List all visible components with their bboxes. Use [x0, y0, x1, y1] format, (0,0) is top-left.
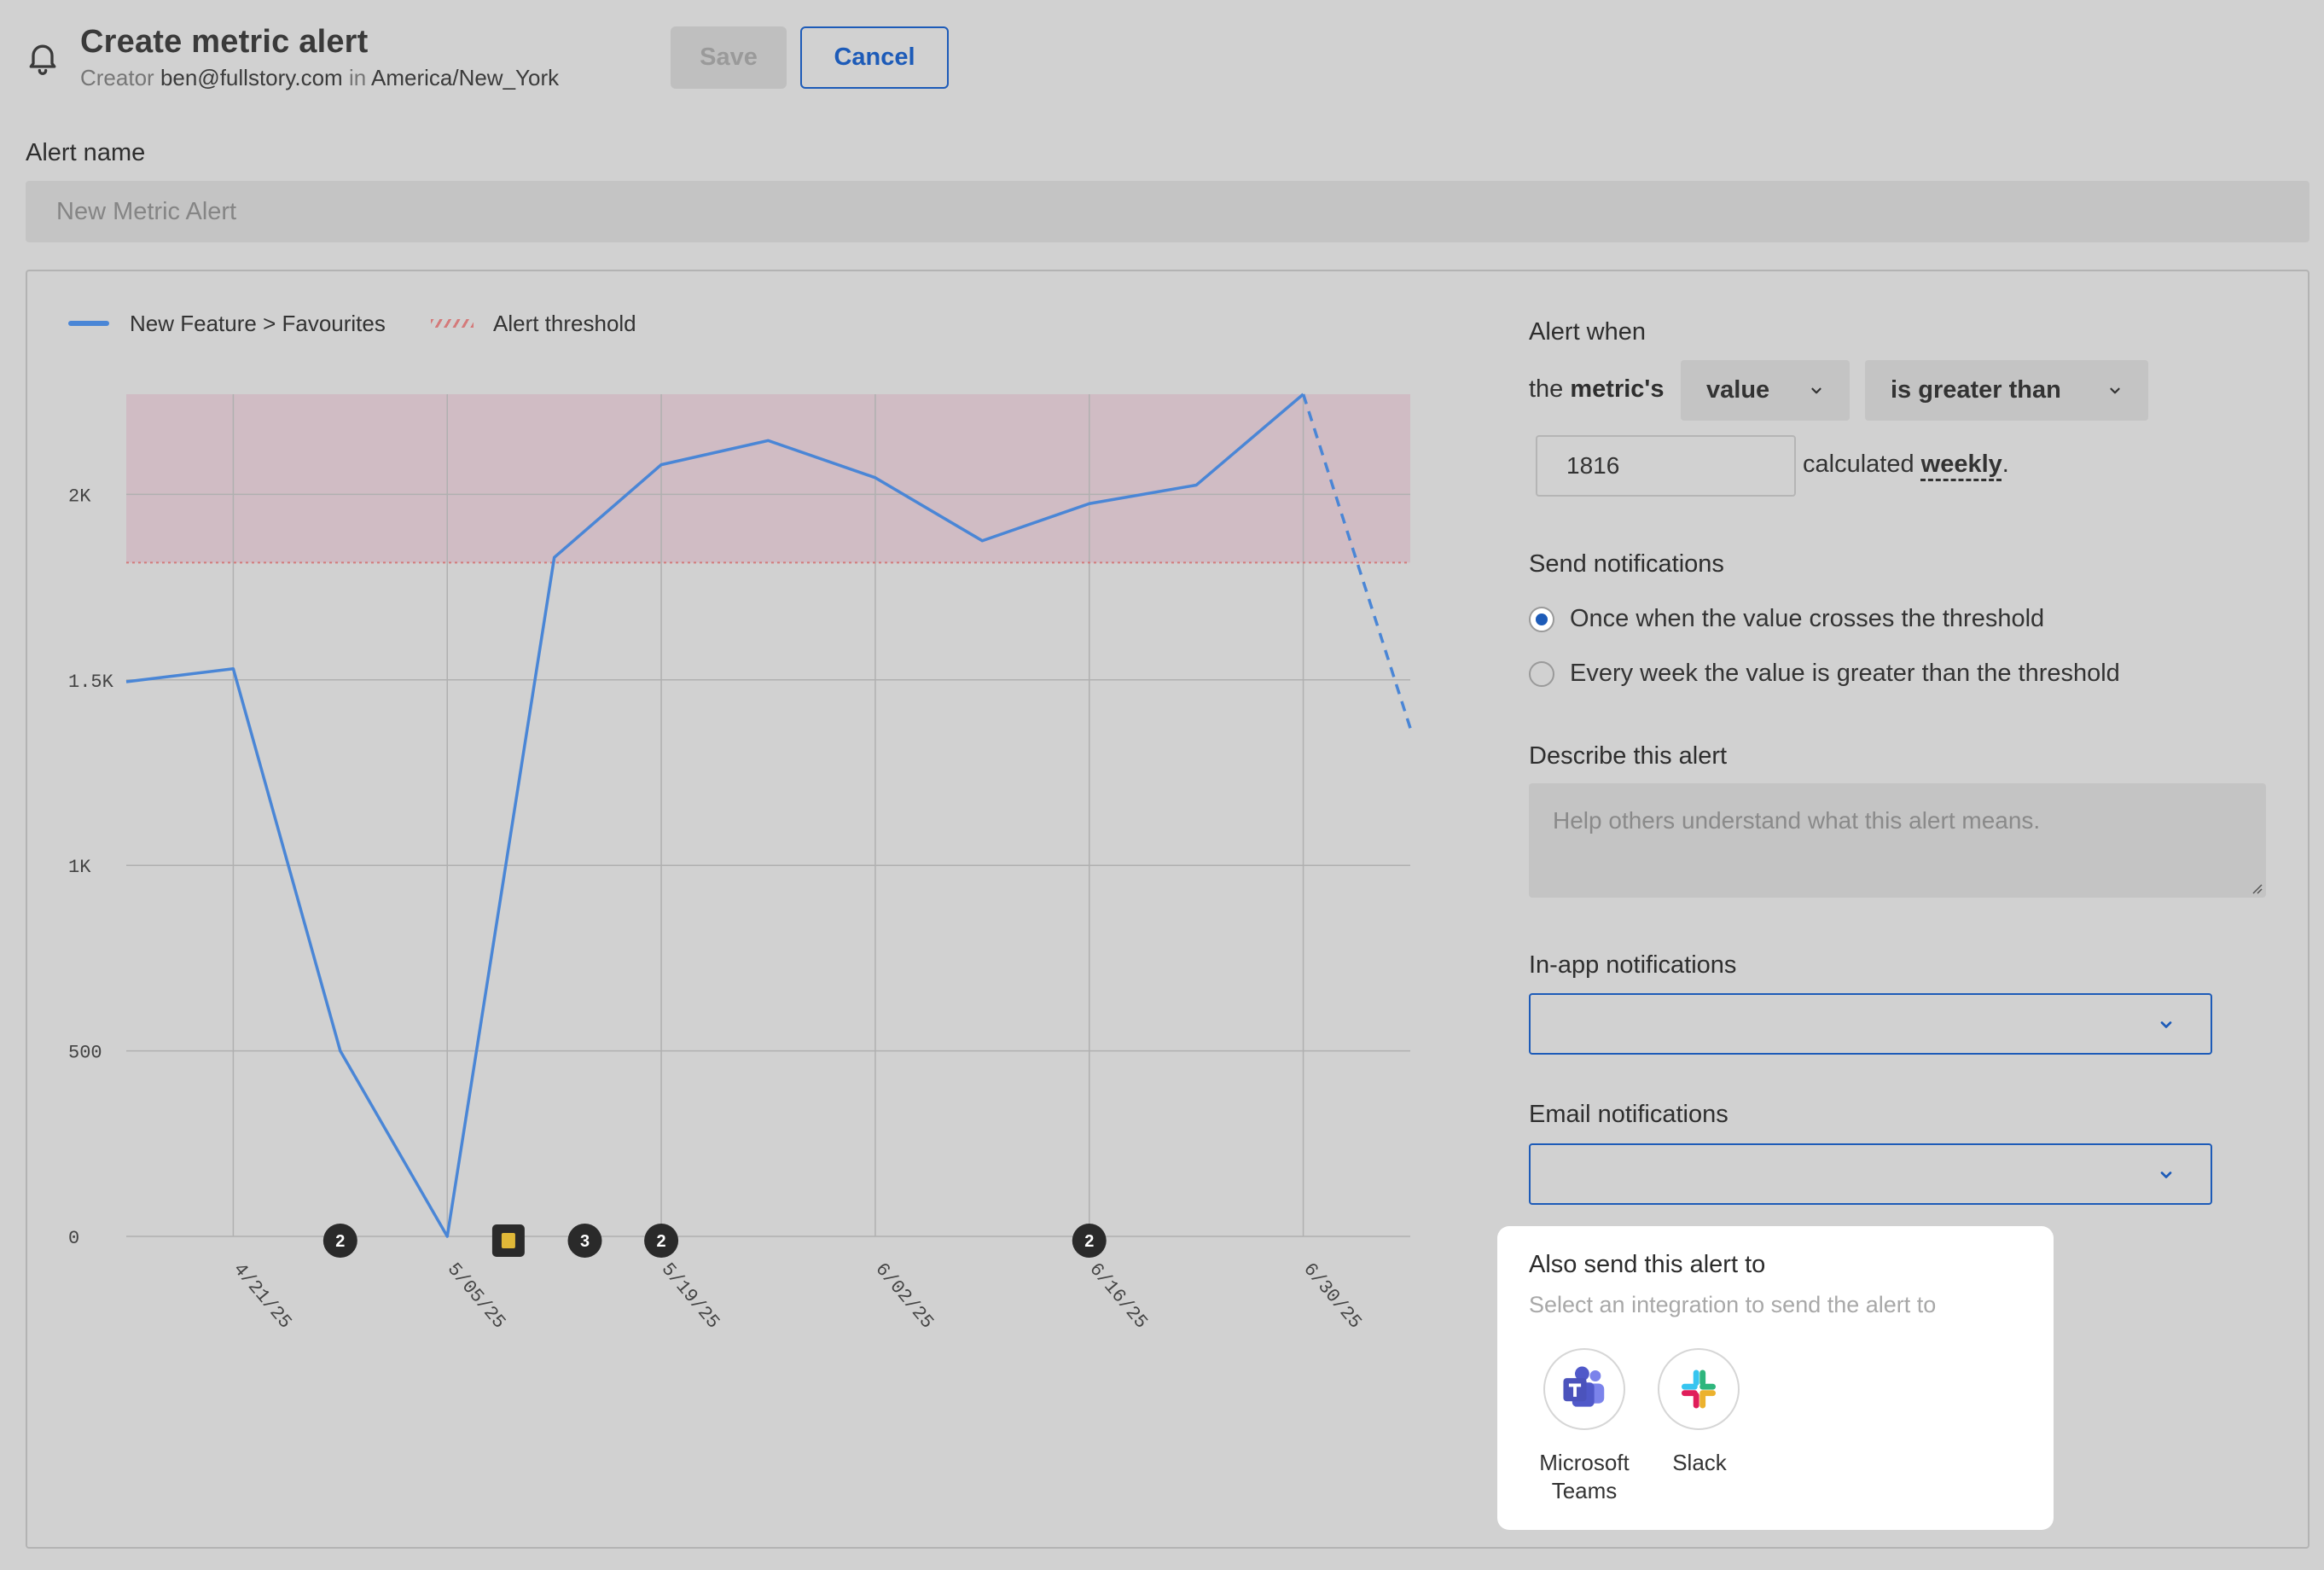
period-selector[interactable]: weekly	[1921, 451, 2002, 478]
save-button[interactable]: Save	[671, 26, 787, 89]
y-tick-label: 1.5K	[68, 672, 114, 693]
threshold-band	[126, 394, 1410, 563]
calculated-text: calculated	[1803, 451, 1914, 478]
page-title: Create metric alert	[80, 24, 369, 60]
radio-label: Once when the value crosses the threshol…	[1570, 605, 2045, 632]
send-notifications-label: Send notifications	[1529, 550, 1724, 578]
note-icon	[501, 1233, 515, 1248]
aggregation-value: value	[1706, 376, 1770, 404]
y-tick-label: 2K	[68, 486, 91, 507]
integrations-subtitle: Select an integration to send the alert …	[1529, 1292, 1937, 1317]
in-app-notifications-label: In-app notifications	[1529, 951, 1737, 979]
alert-name-input[interactable]	[26, 181, 2309, 242]
y-tick-label: 0	[68, 1228, 79, 1249]
y-tick-label: 500	[68, 1043, 102, 1064]
email-notifications-label: Email notifications	[1529, 1101, 1728, 1128]
x-tick-label: 6/02/25	[871, 1259, 938, 1333]
comparison-dropdown[interactable]: is greater than	[1865, 360, 2148, 421]
alert-name-label: Alert name	[26, 139, 146, 166]
calculation-period-text: calculated weekly.	[1803, 451, 2009, 479]
cancel-button[interactable]: Cancel	[800, 26, 949, 89]
the-text: the	[1529, 375, 1564, 403]
chevron-down-icon	[1811, 387, 1821, 393]
microsoft-teams-label: Microsoft Teams	[1519, 1449, 1650, 1505]
radio-label: Every week the value is greater than the…	[1570, 660, 2120, 687]
annotation-count-label: 3	[580, 1232, 590, 1251]
x-tick-label: 4/21/25	[229, 1259, 296, 1333]
creator-prefix: Creator	[80, 65, 154, 90]
x-tick-label: 5/19/25	[657, 1259, 724, 1333]
radio-button[interactable]	[1529, 660, 1554, 687]
chevron-down-icon	[2160, 1172, 2172, 1178]
annotation-count-label: 2	[1084, 1232, 1094, 1251]
metrics-text: metric's	[1570, 375, 1665, 403]
x-tick-label: 6/30/25	[1299, 1259, 1366, 1333]
microsoft-teams-button[interactable]	[1543, 1348, 1625, 1430]
aggregation-dropdown[interactable]: value	[1681, 360, 1850, 421]
x-tick-label: 6/16/25	[1084, 1259, 1152, 1333]
email-notifications-select[interactable]	[1529, 1143, 2212, 1205]
integrations-title: Also send this alert to	[1529, 1251, 1766, 1278]
teams-label-line2: Teams	[1551, 1478, 1618, 1503]
condition-prefix: the metric's	[1529, 375, 1664, 404]
creator-info: Creator ben@fullstory.com in America/New…	[80, 65, 559, 91]
threshold-value-input[interactable]	[1536, 435, 1796, 497]
period-suffix: .	[2002, 451, 2009, 478]
microsoft-teams-icon	[1563, 1366, 1605, 1407]
chevron-down-icon	[2160, 1021, 2172, 1028]
bell-icon	[29, 44, 56, 75]
radio-button-checked[interactable]	[1529, 606, 1554, 632]
y-tick-label: 1K	[68, 857, 91, 878]
in-app-notifications-select[interactable]	[1529, 993, 2212, 1055]
creator-email: ben@fullstory.com	[160, 65, 343, 90]
chevron-down-icon	[2110, 387, 2120, 393]
slack-icon	[1682, 1369, 1716, 1409]
annotation-count-label: 2	[335, 1232, 345, 1251]
slack-button[interactable]	[1658, 1348, 1740, 1430]
metric-chart: 0 500 1K 1.5K 2K 4/21/25 5/05/25 5/19/25 6/02/25…	[68, 392, 1412, 1333]
description-textarea[interactable]	[1529, 783, 2266, 898]
slack-label: Slack	[1672, 1450, 1727, 1475]
in-word: in	[348, 65, 367, 90]
alert-when-label: Alert when	[1529, 318, 1647, 346]
creator-timezone: America/New_York	[370, 65, 560, 90]
describe-label: Describe this alert	[1529, 742, 1728, 770]
radio-every-week[interactable]: Every week the value is greater than the…	[1529, 660, 2120, 688]
resize-handle-icon[interactable]	[2251, 882, 2263, 894]
annotation-count-label: 2	[657, 1232, 666, 1251]
teams-label-line1: Microsoft	[1539, 1450, 1630, 1475]
comparison-value: is greater than	[1891, 376, 2061, 404]
x-tick-label: 5/05/25	[443, 1259, 510, 1333]
radio-once-crosses[interactable]: Once when the value crosses the threshol…	[1529, 605, 2044, 633]
